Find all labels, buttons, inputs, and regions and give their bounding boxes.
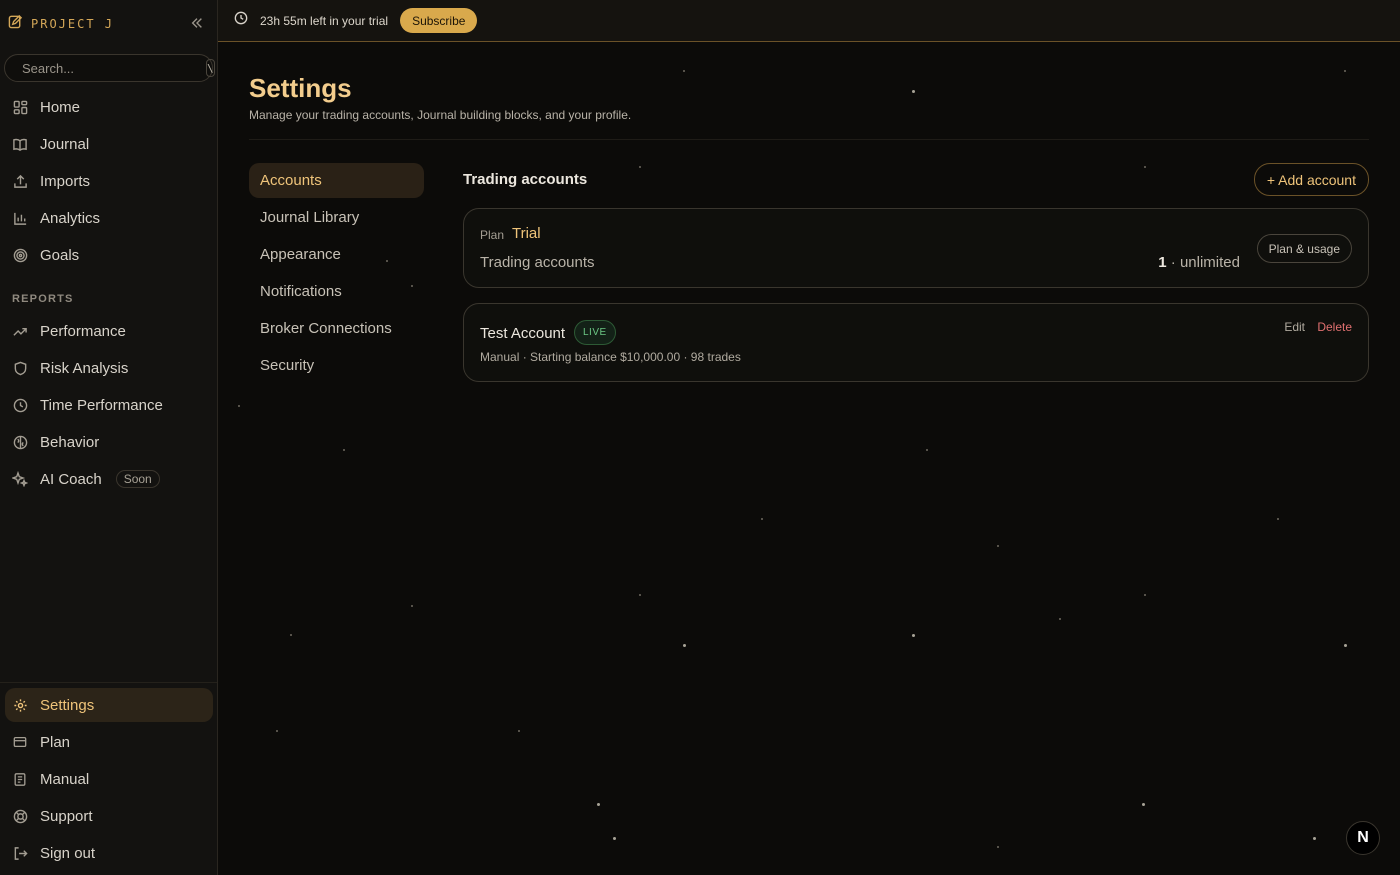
page-title: Settings: [249, 73, 352, 103]
sidebar: PROJECT J \ Home Journal Imports Analyti…: [0, 0, 218, 875]
sidebar-item-risk-analysis[interactable]: Risk Analysis: [5, 351, 213, 385]
settings-tab-journal-library[interactable]: Journal Library: [249, 200, 424, 235]
delete-account-button[interactable]: Delete: [1317, 320, 1352, 334]
corner-n-badge[interactable]: N: [1346, 821, 1380, 855]
soon-badge: Soon: [115, 470, 160, 488]
sidebar-item-label: AI Coach: [40, 470, 102, 488]
sidebar-item-ai-coach[interactable]: AI Coach Soon: [5, 462, 213, 496]
plan-usage-button[interactable]: Plan & usage: [1256, 234, 1352, 263]
bar-chart-icon: [12, 210, 28, 226]
settings-tab-broker-connections[interactable]: Broker Connections: [249, 311, 424, 346]
sidebar-item-imports[interactable]: Imports: [5, 164, 213, 198]
sign-out-icon: [12, 845, 28, 861]
account-name: Test Account: [480, 325, 566, 342]
subscribe-button[interactable]: Subscribe: [400, 8, 478, 33]
sidebar-item-journal[interactable]: Journal: [5, 127, 213, 161]
sidebar-item-label: Home: [40, 98, 81, 116]
sidebar-divider: [0, 682, 217, 683]
clock-icon: [12, 397, 28, 413]
settings-tab-appearance[interactable]: Appearance: [249, 237, 424, 272]
brain-icon: [12, 434, 28, 450]
account-limit: · unlimited: [1170, 254, 1240, 271]
trial-banner: 23h 55m left in your trial Subscribe: [218, 0, 1400, 42]
page-subtitle: Manage your trading accounts, Journal bu…: [249, 108, 632, 122]
sidebar-item-label: Plan: [40, 733, 71, 751]
sidebar-item-label: Performance: [40, 322, 126, 340]
plan-accounts-count: 1 · unlimited: [1158, 254, 1240, 271]
trial-countdown: 23h 55m left in your trial: [260, 13, 389, 28]
logo-icon: [8, 14, 23, 34]
plan-accounts-label: Trading accounts: [480, 254, 595, 271]
search-bar: \: [4, 54, 215, 82]
sidebar-item-settings[interactable]: Settings: [5, 688, 213, 722]
brand[interactable]: PROJECT J: [8, 14, 114, 34]
chevrons-left-icon: [191, 18, 202, 28]
manual-icon: [12, 771, 28, 787]
sidebar-item-label: Sign out: [40, 844, 96, 862]
search-input[interactable]: [22, 60, 198, 76]
sidebar-item-support[interactable]: Support: [5, 799, 213, 833]
add-account-button[interactable]: + Add account: [1253, 163, 1369, 196]
search-shortcut: \: [206, 59, 215, 77]
sidebar-item-label: Goals: [40, 246, 80, 264]
sidebar-item-home[interactable]: Home: [5, 90, 213, 124]
sidebar-item-label: Risk Analysis: [40, 359, 129, 377]
sidebar-item-label: Journal: [40, 135, 90, 153]
section-title: Trading accounts: [463, 171, 588, 188]
settings-tab-accounts[interactable]: Accounts: [249, 163, 424, 198]
account-card: Test Account LIVE Manual · Starting bala…: [463, 303, 1369, 382]
sidebar-item-manual[interactable]: Manual: [5, 762, 213, 796]
edit-account-button[interactable]: Edit: [1284, 320, 1305, 334]
live-badge: LIVE: [574, 320, 616, 345]
settings-tab-security[interactable]: Security: [249, 348, 424, 383]
settings-page: Settings Manage your trading accounts, J…: [218, 42, 1400, 875]
header-divider: [249, 139, 1369, 140]
sidebar-item-sign-out[interactable]: Sign out: [5, 836, 213, 870]
lifebuoy-icon: [12, 808, 28, 824]
trending-up-icon: [12, 323, 28, 339]
sidebar-item-label: Behavior: [40, 433, 100, 451]
sidebar-item-label: Analytics: [40, 209, 101, 227]
clock-icon: [234, 11, 248, 30]
credit-card-icon: [12, 734, 28, 750]
sidebar-item-plan[interactable]: Plan: [5, 725, 213, 759]
reports-section-label: REPORTS: [12, 293, 74, 305]
sidebar-item-performance[interactable]: Performance: [5, 314, 213, 348]
book-icon: [12, 136, 28, 152]
sidebar-item-label: Time Performance: [40, 396, 163, 414]
brand-name: PROJECT J: [31, 17, 115, 31]
plan-value: Trial: [512, 225, 541, 242]
sidebar-item-analytics[interactable]: Analytics: [5, 201, 213, 235]
sidebar-item-label: Settings: [40, 696, 95, 714]
grid-icon: [12, 99, 28, 115]
sparkles-icon: [12, 471, 28, 487]
sidebar-item-goals[interactable]: Goals: [5, 238, 213, 272]
upload-icon: [12, 173, 28, 189]
account-count: 1: [1158, 254, 1167, 271]
target-icon: [12, 247, 28, 263]
sidebar-item-time-performance[interactable]: Time Performance: [5, 388, 213, 422]
collapse-sidebar-button[interactable]: [186, 13, 208, 33]
sidebar-item-behavior[interactable]: Behavior: [5, 425, 213, 459]
plan-label: Plan: [480, 228, 505, 242]
plan-card: Plan Trial Trading accounts 1 · unlimite…: [463, 208, 1369, 288]
sidebar-item-label: Manual: [40, 770, 90, 788]
settings-nav: Accounts Journal Library Appearance Noti…: [249, 163, 424, 385]
gear-icon: [12, 697, 28, 713]
sidebar-item-label: Support: [40, 807, 93, 825]
sidebar-item-label: Imports: [40, 172, 91, 190]
settings-tab-notifications[interactable]: Notifications: [249, 274, 424, 309]
account-meta: Manual · Starting balance $10,000.00 · 9…: [480, 350, 741, 364]
shield-icon: [12, 360, 28, 376]
